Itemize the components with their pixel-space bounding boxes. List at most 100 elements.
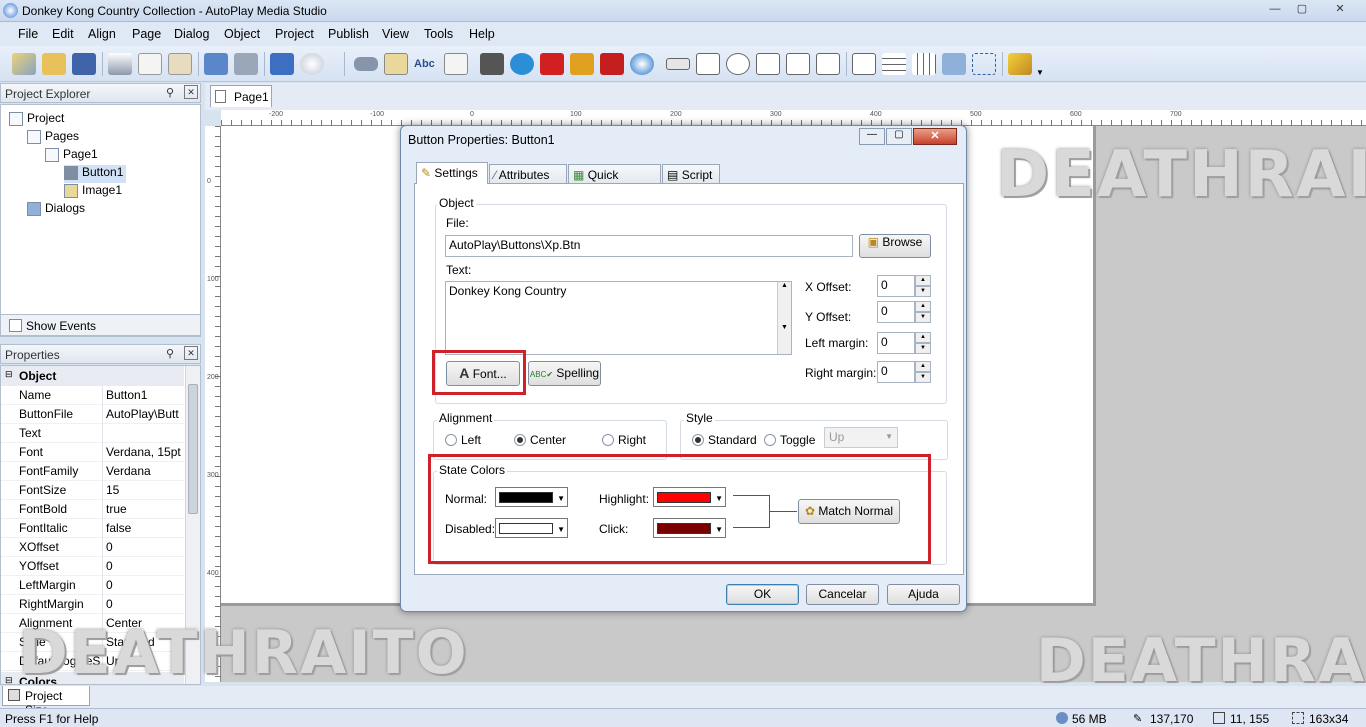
chevron-down-icon[interactable]: ▼	[557, 494, 565, 503]
property-value[interactable]: Button1	[106, 388, 184, 402]
property-value[interactable]: false	[106, 521, 184, 535]
dialog-close-button[interactable]: ✕	[913, 128, 957, 145]
property-row[interactable]: LeftMargin 0	[1, 576, 184, 595]
hotspot-object-icon[interactable]	[972, 53, 996, 75]
tab-settings[interactable]: ✎ Settings	[416, 162, 488, 184]
spelling-button[interactable]: ABC✔ Spelling	[528, 361, 601, 386]
quicktime-object-icon[interactable]	[510, 53, 534, 75]
x-offset-spinner[interactable]: 0 ▲ ▼	[877, 275, 933, 297]
undo-icon[interactable]	[204, 53, 228, 75]
browse-button[interactable]: ▣ Browse	[859, 234, 931, 258]
maximize-button[interactable]: ▢	[1289, 1, 1315, 18]
click-color-picker[interactable]: ▼	[653, 518, 726, 538]
redo-icon[interactable]	[234, 53, 258, 75]
menu-page[interactable]: Page	[132, 27, 161, 41]
chevron-down-icon[interactable]: ▼	[715, 525, 723, 534]
disabled-color-picker[interactable]: ▼	[495, 518, 568, 538]
tab-script[interactable]: ▤ Script	[662, 164, 720, 184]
property-row[interactable]: FontSize 15	[1, 481, 184, 500]
tab-quick-action[interactable]: ▦ Quick Action	[568, 164, 661, 196]
tab-attributes[interactable]: ⁄ Attributes	[489, 164, 567, 184]
richtext-object-icon[interactable]	[816, 53, 840, 75]
menu-file[interactable]: File	[18, 27, 38, 41]
property-value[interactable]: 0	[106, 559, 184, 573]
spin-up-icon[interactable]: ▲	[915, 275, 931, 286]
menu-view[interactable]: View	[382, 27, 409, 41]
menu-edit[interactable]: Edit	[52, 27, 74, 41]
tab-project-size[interactable]: Project Size	[2, 686, 90, 717]
paste-icon[interactable]	[168, 53, 192, 75]
menu-project[interactable]: Project	[275, 27, 314, 41]
cut-icon[interactable]	[108, 53, 132, 75]
dialog-minimize-button[interactable]: —	[859, 128, 885, 145]
property-row[interactable]: RightMargin 0	[1, 595, 184, 614]
spin-down-icon[interactable]: ▼	[915, 343, 931, 354]
property-value[interactable]: 0	[106, 578, 184, 592]
tree-item-project[interactable]: Project	[9, 111, 64, 129]
text-field-scrollbar[interactable]: ▲ ▼	[777, 282, 791, 354]
scroll-thumb[interactable]	[188, 384, 198, 514]
close-button[interactable]: ✕	[1320, 1, 1360, 18]
progress-object-icon[interactable]	[912, 53, 936, 75]
video-object-icon[interactable]	[480, 53, 504, 75]
spin-down-icon[interactable]: ▼	[915, 372, 931, 383]
button-object-icon[interactable]	[354, 57, 378, 71]
property-row[interactable]: Name Button1	[1, 386, 184, 405]
preview-icon[interactable]	[270, 53, 294, 75]
menu-publish[interactable]: Publish	[328, 27, 369, 41]
spin-down-icon[interactable]: ▼	[915, 286, 931, 297]
save-icon[interactable]	[72, 53, 96, 75]
pencil-icon[interactable]	[1008, 53, 1032, 75]
property-value[interactable]: true	[106, 502, 184, 516]
align-left-radio[interactable]	[445, 434, 457, 446]
plugin-object-icon[interactable]	[942, 53, 966, 75]
properties-section-object[interactable]: ⊟ Object	[1, 366, 184, 386]
style-standard-radio[interactable]	[692, 434, 704, 446]
property-row[interactable]: FontBold true	[1, 500, 184, 519]
collapse-icon[interactable]: ⊟	[5, 369, 13, 380]
help-button[interactable]: Ajuda	[887, 584, 960, 605]
combobox-object-icon[interactable]	[786, 53, 810, 75]
property-row[interactable]: Font Verdana, 15pt	[1, 443, 184, 462]
toggle-state-select[interactable]: Up ▼	[824, 427, 898, 448]
normal-color-picker[interactable]: ▼	[495, 487, 568, 507]
open-folder-icon[interactable]	[42, 53, 66, 75]
text-field[interactable]: Donkey Kong Country ▲ ▼	[445, 281, 792, 355]
image-object-icon[interactable]	[384, 53, 408, 75]
show-events-checkbox[interactable]	[9, 319, 22, 332]
tree-item-image1[interactable]: Image1	[64, 183, 122, 201]
pin-icon[interactable]: ⚲	[166, 347, 174, 360]
style-toggle-radio[interactable]	[764, 434, 776, 446]
spin-up-icon[interactable]: ▲	[915, 361, 931, 372]
ok-button[interactable]: OK	[726, 584, 799, 605]
y-offset-spinner[interactable]: 0 ▲ ▼	[877, 301, 933, 323]
property-value[interactable]: Verdana	[106, 464, 184, 478]
cancel-button[interactable]: Cancelar	[806, 584, 879, 605]
menu-align[interactable]: Align	[88, 27, 116, 41]
property-value[interactable]: Verdana, 15pt	[106, 445, 184, 459]
spin-up-icon[interactable]: ▲	[915, 301, 931, 312]
tab-page1[interactable]: Page1	[210, 85, 272, 107]
property-row[interactable]: ButtonFile AutoPlay\Butt	[1, 405, 184, 424]
property-row[interactable]: FontItalic false	[1, 519, 184, 538]
slideshow-object-icon[interactable]	[570, 53, 594, 75]
align-right-radio[interactable]	[602, 434, 614, 446]
grid-object-icon[interactable]	[882, 53, 906, 75]
left-margin-spinner[interactable]: 0 ▲ ▼	[877, 332, 933, 354]
close-panel-icon[interactable]: ✕	[184, 85, 198, 99]
property-value[interactable]: 0	[106, 597, 184, 611]
chevron-down-icon[interactable]: ▼	[1036, 68, 1044, 77]
file-field[interactable]: AutoPlay\Buttons\Xp.Btn	[445, 235, 853, 257]
wand-icon[interactable]	[12, 53, 36, 75]
align-center-radio[interactable]	[514, 434, 526, 446]
tree-item-page1[interactable]: Page1	[45, 147, 98, 165]
dialog-maximize-button[interactable]: ▢	[886, 128, 912, 145]
menu-help[interactable]: Help	[469, 27, 495, 41]
menu-tools[interactable]: Tools	[424, 27, 453, 41]
property-value[interactable]: 0	[106, 540, 184, 554]
property-value[interactable]: 15	[106, 483, 184, 497]
menu-object[interactable]: Object	[224, 27, 260, 41]
label-object-icon[interactable]: Abc	[414, 53, 438, 75]
radio-object-icon[interactable]	[726, 53, 750, 75]
checkbox-object-icon[interactable]	[696, 53, 720, 75]
